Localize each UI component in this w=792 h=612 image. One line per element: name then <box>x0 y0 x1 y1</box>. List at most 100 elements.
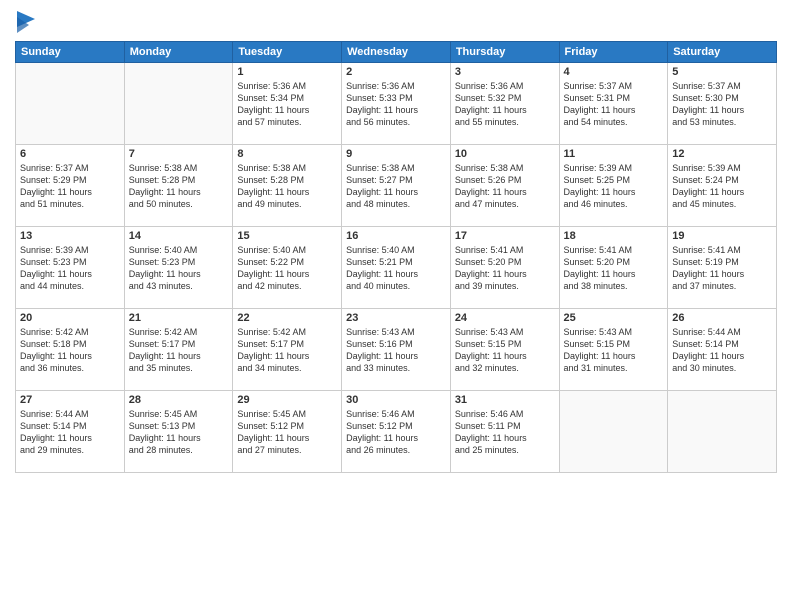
day-number: 23 <box>346 312 446 324</box>
calendar-cell: 20 Sunrise: 5:42 AM Sunset: 5:18 PM Dayli… <box>16 308 125 390</box>
day-number: 2 <box>346 66 446 78</box>
day-number: 6 <box>20 148 120 160</box>
cell-content: Sunrise: 5:42 AM Sunset: 5:17 PM Dayligh… <box>129 326 229 375</box>
day-number: 8 <box>237 148 337 160</box>
calendar-week-row: 1Sunrise: 5:36 AM Sunset: 5:34 PM Daylig… <box>16 62 777 144</box>
cell-content: Sunrise: 5:36 AM Sunset: 5:32 PM Dayligh… <box>455 80 555 129</box>
calendar-cell: 30 Sunrise: 5:46 AM Sunset: 5:12 PM Dayli… <box>342 390 451 472</box>
calendar-cell: 19 Sunrise: 5:41 AM Sunset: 5:19 PM Dayli… <box>668 226 777 308</box>
calendar-cell: 25 Sunrise: 5:43 AM Sunset: 5:15 PM Dayli… <box>559 308 668 390</box>
calendar-week-row: 20 Sunrise: 5:42 AM Sunset: 5:18 PM Dayli… <box>16 308 777 390</box>
day-number: 14 <box>129 230 229 242</box>
cell-content: Sunrise: 5:45 AM Sunset: 5:12 PM Dayligh… <box>237 408 337 457</box>
calendar-cell: 31 Sunrise: 5:46 AM Sunset: 5:11 PM Dayli… <box>450 390 559 472</box>
cell-content: Sunrise: 5:44 AM Sunset: 5:14 PM Dayligh… <box>20 408 120 457</box>
cell-content: Sunrise: 5:38 AM Sunset: 5:28 PM Dayligh… <box>237 162 337 211</box>
calendar-table: SundayMondayTuesdayWednesdayThursdayFrid… <box>15 41 777 473</box>
day-number: 19 <box>672 230 772 242</box>
calendar-cell <box>124 62 233 144</box>
calendar-day-header: Wednesday <box>342 41 451 62</box>
calendar-week-row: 6 Sunrise: 5:37 AM Sunset: 5:29 PM Daylig… <box>16 144 777 226</box>
cell-content: Sunrise: 5:45 AM Sunset: 5:13 PM Dayligh… <box>129 408 229 457</box>
day-number: 26 <box>672 312 772 324</box>
calendar-cell <box>559 390 668 472</box>
header <box>15 10 777 33</box>
cell-content: Sunrise: 5:38 AM Sunset: 5:26 PM Dayligh… <box>455 162 555 211</box>
cell-content: Sunrise: 5:41 AM Sunset: 5:20 PM Dayligh… <box>455 244 555 293</box>
cell-content: Sunrise: 5:40 AM Sunset: 5:23 PM Dayligh… <box>129 244 229 293</box>
day-number: 22 <box>237 312 337 324</box>
calendar-cell: 8 Sunrise: 5:38 AM Sunset: 5:28 PM Daylig… <box>233 144 342 226</box>
cell-content: Sunrise: 5:44 AM Sunset: 5:14 PM Dayligh… <box>672 326 772 375</box>
calendar-header-row: SundayMondayTuesdayWednesdayThursdayFrid… <box>16 41 777 62</box>
day-number: 10 <box>455 148 555 160</box>
calendar-cell <box>16 62 125 144</box>
calendar-cell: 28 Sunrise: 5:45 AM Sunset: 5:13 PM Dayli… <box>124 390 233 472</box>
calendar-cell: 24 Sunrise: 5:43 AM Sunset: 5:15 PM Dayli… <box>450 308 559 390</box>
day-number: 20 <box>20 312 120 324</box>
calendar-day-header: Saturday <box>668 41 777 62</box>
day-number: 17 <box>455 230 555 242</box>
calendar-cell <box>668 390 777 472</box>
day-number: 31 <box>455 394 555 406</box>
calendar-day-header: Thursday <box>450 41 559 62</box>
logo <box>15 10 35 33</box>
calendar-cell: 10 Sunrise: 5:38 AM Sunset: 5:26 PM Dayli… <box>450 144 559 226</box>
calendar-cell: 21 Sunrise: 5:42 AM Sunset: 5:17 PM Dayli… <box>124 308 233 390</box>
cell-content: Sunrise: 5:36 AM Sunset: 5:33 PM Dayligh… <box>346 80 446 129</box>
day-number: 3 <box>455 66 555 78</box>
calendar-cell: 14 Sunrise: 5:40 AM Sunset: 5:23 PM Dayli… <box>124 226 233 308</box>
day-number: 24 <box>455 312 555 324</box>
day-number: 16 <box>346 230 446 242</box>
cell-content: Sunrise: 5:42 AM Sunset: 5:17 PM Dayligh… <box>237 326 337 375</box>
cell-content: Sunrise: 5:46 AM Sunset: 5:11 PM Dayligh… <box>455 408 555 457</box>
cell-content: Sunrise: 5:40 AM Sunset: 5:21 PM Dayligh… <box>346 244 446 293</box>
cell-content: Sunrise: 5:37 AM Sunset: 5:29 PM Dayligh… <box>20 162 120 211</box>
calendar-day-header: Tuesday <box>233 41 342 62</box>
calendar-week-row: 27 Sunrise: 5:44 AM Sunset: 5:14 PM Dayli… <box>16 390 777 472</box>
day-number: 7 <box>129 148 229 160</box>
day-number: 18 <box>564 230 664 242</box>
calendar-week-row: 13 Sunrise: 5:39 AM Sunset: 5:23 PM Dayli… <box>16 226 777 308</box>
calendar-day-header: Monday <box>124 41 233 62</box>
page-container: SundayMondayTuesdayWednesdayThursdayFrid… <box>0 0 792 612</box>
calendar-cell: 23 Sunrise: 5:43 AM Sunset: 5:16 PM Dayli… <box>342 308 451 390</box>
cell-content: Sunrise: 5:46 AM Sunset: 5:12 PM Dayligh… <box>346 408 446 457</box>
cell-content: Sunrise: 5:41 AM Sunset: 5:19 PM Dayligh… <box>672 244 772 293</box>
calendar-cell: 6 Sunrise: 5:37 AM Sunset: 5:29 PM Daylig… <box>16 144 125 226</box>
cell-content: Sunrise: 5:36 AM Sunset: 5:34 PM Dayligh… <box>237 80 337 129</box>
calendar-cell: 1Sunrise: 5:36 AM Sunset: 5:34 PM Daylig… <box>233 62 342 144</box>
cell-content: Sunrise: 5:39 AM Sunset: 5:24 PM Dayligh… <box>672 162 772 211</box>
day-number: 27 <box>20 394 120 406</box>
day-number: 21 <box>129 312 229 324</box>
cell-content: Sunrise: 5:39 AM Sunset: 5:23 PM Dayligh… <box>20 244 120 293</box>
cell-content: Sunrise: 5:43 AM Sunset: 5:15 PM Dayligh… <box>455 326 555 375</box>
day-number: 28 <box>129 394 229 406</box>
day-number: 30 <box>346 394 446 406</box>
cell-content: Sunrise: 5:40 AM Sunset: 5:22 PM Dayligh… <box>237 244 337 293</box>
calendar-cell: 12Sunrise: 5:39 AM Sunset: 5:24 PM Dayli… <box>668 144 777 226</box>
day-number: 13 <box>20 230 120 242</box>
day-number: 25 <box>564 312 664 324</box>
cell-content: Sunrise: 5:37 AM Sunset: 5:31 PM Dayligh… <box>564 80 664 129</box>
calendar-cell: 18 Sunrise: 5:41 AM Sunset: 5:20 PM Dayli… <box>559 226 668 308</box>
calendar-cell: 5 Sunrise: 5:37 AM Sunset: 5:30 PM Daylig… <box>668 62 777 144</box>
day-number: 5 <box>672 66 772 78</box>
cell-content: Sunrise: 5:42 AM Sunset: 5:18 PM Dayligh… <box>20 326 120 375</box>
cell-content: Sunrise: 5:43 AM Sunset: 5:15 PM Dayligh… <box>564 326 664 375</box>
calendar-day-header: Friday <box>559 41 668 62</box>
calendar-cell: 4 Sunrise: 5:37 AM Sunset: 5:31 PM Daylig… <box>559 62 668 144</box>
calendar-cell: 9Sunrise: 5:38 AM Sunset: 5:27 PM Daylig… <box>342 144 451 226</box>
cell-content: Sunrise: 5:38 AM Sunset: 5:28 PM Dayligh… <box>129 162 229 211</box>
calendar-cell: 2 Sunrise: 5:36 AM Sunset: 5:33 PM Daylig… <box>342 62 451 144</box>
cell-content: Sunrise: 5:43 AM Sunset: 5:16 PM Dayligh… <box>346 326 446 375</box>
cell-content: Sunrise: 5:37 AM Sunset: 5:30 PM Dayligh… <box>672 80 772 129</box>
calendar-cell: 11Sunrise: 5:39 AM Sunset: 5:25 PM Dayli… <box>559 144 668 226</box>
calendar-day-header: Sunday <box>16 41 125 62</box>
calendar-cell: 13 Sunrise: 5:39 AM Sunset: 5:23 PM Dayli… <box>16 226 125 308</box>
calendar-cell: 26 Sunrise: 5:44 AM Sunset: 5:14 PM Dayli… <box>668 308 777 390</box>
day-number: 4 <box>564 66 664 78</box>
day-number: 11 <box>564 148 664 160</box>
cell-content: Sunrise: 5:41 AM Sunset: 5:20 PM Dayligh… <box>564 244 664 293</box>
day-number: 29 <box>237 394 337 406</box>
